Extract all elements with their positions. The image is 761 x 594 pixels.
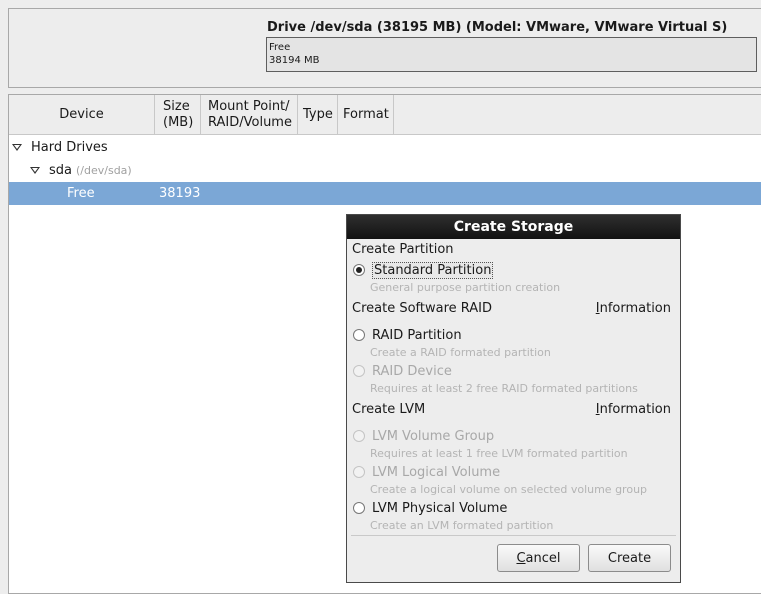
drive-title: Drive /dev/sda (38195 MB) (Model: VMware…: [267, 20, 728, 35]
desc-raid-partition: Create a RAID formated partition: [370, 346, 551, 359]
radio-lvm-volume-group-label: LVM Volume Group: [372, 428, 495, 444]
radio-lvm-volume-group: LVM Volume Group: [353, 427, 494, 445]
radio-lvm-logical-volume: LVM Logical Volume: [353, 463, 500, 481]
radio-disabled-icon: [353, 365, 365, 377]
column-type[interactable]: Type: [298, 95, 338, 135]
column-device[interactable]: Device: [9, 95, 155, 135]
section-create-lvm: Create LVM: [352, 402, 426, 417]
section-create-software-raid: Create Software RAID: [352, 301, 493, 316]
create-storage-dialog: Create Storage Create Partition Standard…: [346, 214, 681, 583]
expander-arrow-icon[interactable]: [30, 167, 40, 174]
column-size-line2: (MB): [163, 114, 194, 130]
column-filler: [394, 95, 761, 135]
radio-standard-partition[interactable]: Standard Partition: [353, 261, 494, 279]
column-type-label: Type: [303, 106, 333, 122]
radio-raid-partition-label: RAID Partition: [372, 327, 462, 343]
dialog-title: Create Storage: [347, 215, 680, 239]
create-button-label: Create: [607, 550, 652, 566]
column-format[interactable]: Format: [338, 95, 394, 135]
tree-label-sda: sda: [49, 163, 72, 178]
section-create-partition: Create Partition: [352, 242, 454, 257]
column-device-label: Device: [59, 106, 104, 122]
tree-label-free: Free: [67, 186, 95, 201]
raid-information-link[interactable]: Information: [596, 301, 671, 316]
desc-lvm-volume-group: Requires at least 1 free LVM formated pa…: [370, 447, 628, 460]
column-mount-line2: RAID/Volume: [208, 114, 292, 130]
desc-lvm-physical-volume: Create an LVM formated partition: [370, 519, 554, 532]
tree-row-free[interactable]: Free 38193: [9, 182, 761, 205]
dialog-separator: [351, 535, 676, 536]
tree-row-hard-drives[interactable]: Hard Drives: [9, 136, 761, 159]
tree-row-sda[interactable]: sda (/dev/sda): [9, 159, 761, 182]
create-button[interactable]: Create: [588, 544, 671, 572]
lvm-information-link[interactable]: Information: [596, 402, 671, 417]
tree-label-sda-path: (/dev/sda): [76, 164, 132, 177]
radio-lvm-logical-volume-label: LVM Logical Volume: [372, 464, 501, 480]
radio-unselected-icon[interactable]: [353, 329, 365, 341]
drive-segment-label: Free: [269, 42, 291, 53]
desc-raid-device: Requires at least 2 free RAID formated p…: [370, 382, 638, 395]
drive-segment-size: 38194 MB: [269, 55, 320, 66]
column-mount-line1: Mount Point/: [208, 98, 290, 114]
column-size-line1: Size: [163, 98, 190, 114]
drive-free-segment[interactable]: Free 38194 MB: [266, 37, 757, 72]
cancel-button[interactable]: Cancel: [497, 544, 580, 572]
radio-disabled-icon: [353, 466, 365, 478]
radio-raid-device: RAID Device: [353, 362, 452, 380]
tree-label-free-size: 38193: [159, 186, 201, 201]
tree-label-hard-drives: Hard Drives: [31, 140, 108, 155]
drive-overview-panel: Drive /dev/sda (38195 MB) (Model: VMware…: [8, 8, 761, 88]
radio-raid-device-label: RAID Device: [372, 363, 452, 379]
radio-lvm-physical-volume[interactable]: LVM Physical Volume: [353, 499, 507, 517]
radio-unselected-icon[interactable]: [353, 502, 365, 514]
radio-selected-icon[interactable]: [353, 264, 365, 276]
column-format-label: Format: [343, 106, 389, 122]
desc-lvm-logical-volume: Create a logical volume on selected volu…: [370, 483, 648, 496]
radio-disabled-icon: [353, 430, 365, 442]
radio-lvm-physical-volume-label: LVM Physical Volume: [372, 500, 508, 516]
column-size[interactable]: Size (MB): [155, 95, 201, 135]
desc-standard-partition: General purpose partition creation: [370, 281, 561, 294]
radio-raid-partition[interactable]: RAID Partition: [353, 326, 462, 344]
column-mount-point[interactable]: Mount Point/ RAID/Volume: [201, 95, 298, 135]
expander-arrow-icon[interactable]: [12, 144, 22, 151]
radio-standard-partition-label: Standard Partition: [372, 261, 494, 279]
cancel-button-label: Cancel: [516, 550, 561, 566]
